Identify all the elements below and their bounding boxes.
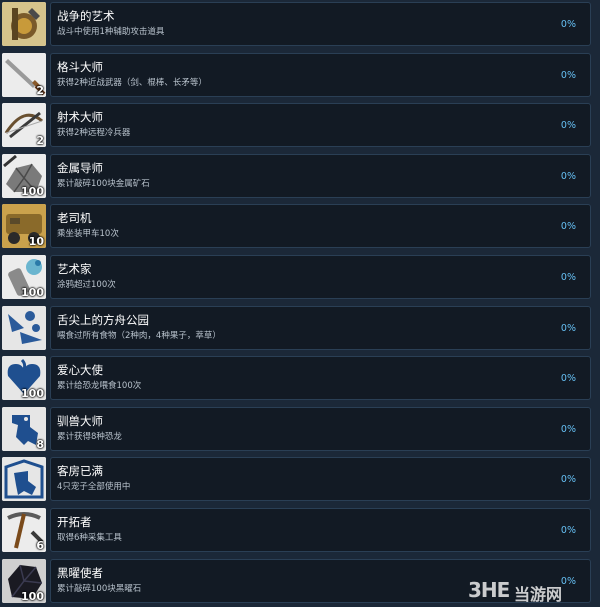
icon-progress-badge: 6: [36, 539, 44, 552]
dinosaur-house-icon: [2, 457, 46, 502]
achievement-title: 格斗大师: [57, 59, 103, 74]
dinosaur-tame-icon: 8: [2, 406, 46, 451]
achievement-panel: 金属导师累计敲碎100块金属矿石 0%: [50, 153, 591, 198]
achievement-percent: 0%: [560, 322, 576, 334]
icon-progress-badge: 100: [21, 387, 44, 401]
spray-can-icon: 100: [2, 255, 46, 299]
achievement-description: 累计给恐龙喂食100次: [57, 381, 142, 392]
achievement-percent: 0%: [560, 19, 576, 30]
achievement-row: 100 金属导师累计敲碎100块金属矿石 0%: [0, 152, 600, 202]
war-art-icon: [2, 2, 46, 46]
achievement-percent: 0%: [560, 69, 576, 81]
achievement-panel: 驯兽大师累计获得8种恐龙 0%: [50, 406, 591, 451]
achievement-description: 获得2种远程冷兵器: [57, 128, 131, 139]
achievement-panel: 格斗大师获得2种近战武器（剑、棍棒、长矛等） 0%: [50, 52, 591, 97]
achievement-description: 累计获得8种恐龙: [57, 431, 122, 442]
achievement-panel: 射术大师获得2种远程冷兵器 0%: [50, 103, 591, 148]
achievement-title: 开拓者: [57, 515, 92, 529]
icon-progress-badge: 2: [36, 134, 44, 148]
achievement-row: 8 驯兽大师累计获得8种恐龙 0%: [0, 405, 600, 455]
metal-ore-icon: 100: [2, 153, 46, 198]
achievement-row: 2 射术大师获得2种远程冷兵器 0%: [0, 101, 600, 151]
achievement-description: 累计敲碎100块黑曜石: [57, 583, 142, 594]
achievement-panel: 战争的艺术战斗中使用1种辅助攻击道具 0%: [50, 2, 591, 46]
achievement-panel: 爱心大使累计给恐龙喂食100次 0%: [50, 356, 591, 401]
achievement-description: 获得2种近战武器（剑、棍棒、长矛等）: [57, 77, 207, 88]
achievement-description: 累计敲碎100块金属矿石: [57, 178, 150, 189]
achievement-percent: 0%: [560, 525, 576, 536]
obsidian-icon: 100: [2, 558, 46, 603]
pickaxe-icon: 6: [2, 508, 46, 552]
achievement-panel: 开拓者取得6种采集工具 0%: [50, 508, 591, 552]
achievement-title: 艺术家: [57, 262, 92, 276]
icon-progress-badge: 100: [21, 589, 44, 603]
food-icon: [2, 305, 46, 350]
achievement-row: 6 开拓者取得6种采集工具 0%: [0, 506, 600, 556]
watermark-logo: 3HE: [468, 578, 510, 602]
achievement-description: 取得6种采集工具: [57, 533, 122, 543]
achievement-panel: 客房已满 4只宠子全部使用中 0%: [50, 457, 591, 502]
achievement-panel: 舌尖上的方舟公园喂食过所有食物（2种肉，4种果子，萃草） 0%: [50, 305, 591, 350]
achievement-percent: 0%: [560, 120, 576, 132]
achievement-description: 4只宠子全部使用中: [57, 482, 131, 493]
achievement-row: 战争的艺术战斗中使用1种辅助攻击道具 0%: [0, 0, 600, 50]
achievement-panel: 老司机乘坐装甲车10次 0%: [50, 204, 591, 249]
achievement-description: 喂食过所有食物（2种肉，4种果子，萃草）: [57, 330, 221, 341]
heart-feed-icon: 100: [2, 356, 46, 401]
achievement-title: 射术大师: [57, 110, 103, 125]
achievement-title: 金属导师: [57, 160, 103, 175]
icon-progress-badge: 2: [36, 83, 44, 97]
achievement-percent: 0%: [560, 373, 576, 385]
achievement-description: 涂鸦超过100次: [57, 280, 116, 290]
achievement-title: 爱心大使: [57, 363, 103, 378]
icon-progress-badge: 100: [21, 184, 44, 198]
achievement-row: 舌尖上的方舟公园喂食过所有食物（2种肉，4种果子，萃草） 0%: [0, 304, 600, 354]
achievement-title: 战争的艺术: [57, 9, 115, 23]
achievement-row: 10 老司机乘坐装甲车10次 0%: [0, 202, 600, 252]
achievement-title: 黑曜使者: [57, 565, 103, 580]
watermark-text: 当游网: [514, 585, 563, 604]
watermark: 3HE 当游网: [468, 576, 598, 604]
icon-progress-badge: 100: [21, 286, 44, 299]
achievement-percent: 0%: [560, 170, 576, 182]
achievement-row: 100 爱心大使累计给恐龙喂食100次 0%: [0, 354, 600, 404]
achievement-row: 客房已满 4只宠子全部使用中 0%: [0, 455, 600, 505]
achievement-row: 100 艺术家涂鸦超过100次 0%: [0, 253, 600, 303]
achievement-title: 老司机: [57, 211, 92, 226]
achievement-percent: 0%: [560, 221, 576, 233]
achievement-row: 2 格斗大师获得2种近战武器（剑、棍棒、长矛等） 0%: [0, 51, 600, 101]
achievement-title: 舌尖上的方舟公园: [57, 312, 149, 327]
crossbow-icon: 2: [2, 103, 46, 148]
achievement-description: 乘坐装甲车10次: [57, 229, 119, 240]
achievement-title: 客房已满: [57, 464, 103, 479]
achievement-description: 战斗中使用1种辅助攻击道具: [57, 27, 165, 37]
armored-vehicle-icon: 10: [2, 204, 46, 249]
icon-progress-badge: 10: [28, 235, 44, 249]
achievement-percent: 0%: [560, 272, 576, 283]
melee-weapon-icon: 2: [2, 52, 46, 97]
achievement-percent: 0%: [560, 423, 576, 435]
achievement-percent: 0%: [560, 474, 576, 486]
achievement-panel: 艺术家涂鸦超过100次 0%: [50, 255, 591, 299]
icon-progress-badge: 8: [36, 437, 44, 451]
achievement-title: 驯兽大师: [57, 413, 103, 428]
